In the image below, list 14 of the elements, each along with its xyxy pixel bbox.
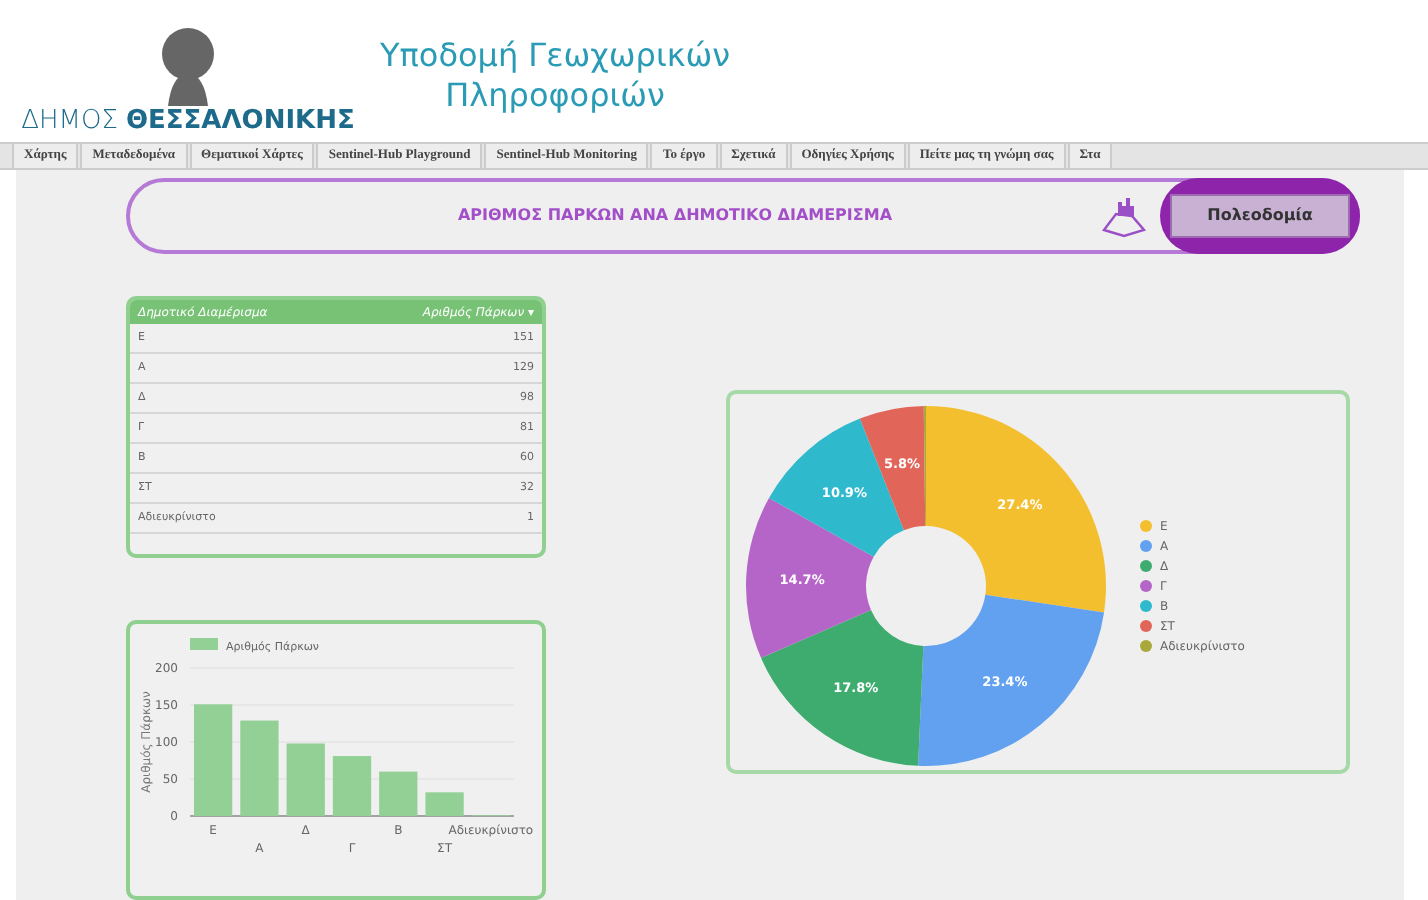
municipality-prefix: ΔΗΜΟΣ <box>21 105 118 138</box>
legend-swatch <box>190 638 218 650</box>
bar <box>332 756 372 816</box>
bar <box>425 792 464 816</box>
map-castle-icon <box>1100 194 1148 238</box>
site-title: Υποδομή Γεωχωρικών <box>380 36 731 76</box>
bar <box>240 720 279 816</box>
category-button[interactable]: Πολεοδομία <box>1169 194 1351 238</box>
bar <box>286 743 325 816</box>
municipality-name: ΘΕΣΣΑΛΟΝΙΚΗΣ <box>125 105 355 138</box>
site-title: Πληροφοριών <box>445 76 665 116</box>
banner-title: ΑΡΙΘΜΟΣ ΠΑΡΚΩΝ ΑΝΑ ΔΗΜΟΤΙΚΟ ΔΙΑΜΕΡΙΣΜΑ <box>455 204 895 228</box>
bar <box>379 771 418 816</box>
bar <box>194 704 233 816</box>
